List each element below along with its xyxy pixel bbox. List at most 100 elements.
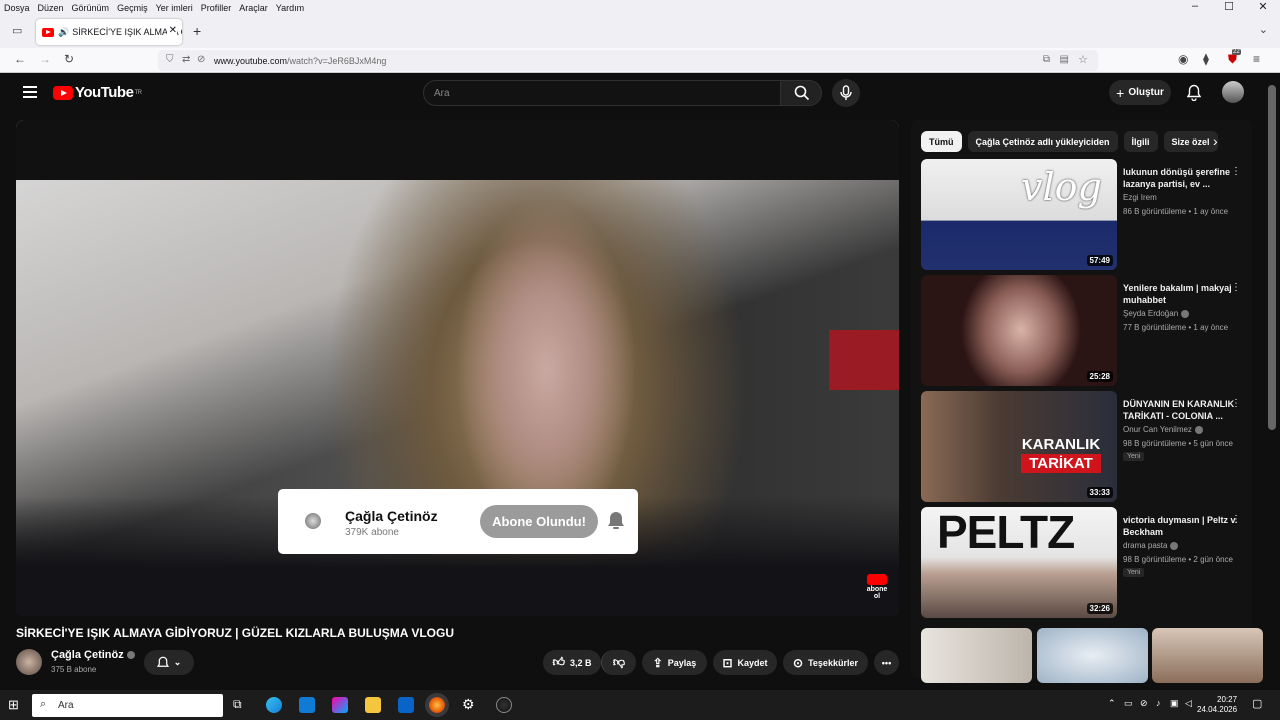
lock-icon[interactable]: ⊘ (197, 54, 205, 65)
video-title[interactable]: lukunun dönüşü şerefine lazanya partisi,… (1123, 166, 1241, 190)
firefox-icon[interactable] (429, 697, 445, 713)
video-channel[interactable]: Ezgi Irem (1123, 193, 1157, 202)
forward-icon[interactable]: → (39, 52, 51, 66)
menu-profiles[interactable]: Profiller (197, 3, 236, 13)
video-thumbnail[interactable]: vlog 57:49 (921, 159, 1117, 270)
shorts-thumbnail[interactable] (1037, 628, 1148, 683)
taskbar-search-input[interactable]: ⌕ Ara (32, 694, 223, 717)
account-icon[interactable]: ◉ (1178, 52, 1188, 66)
file-explorer-icon[interactable] (365, 697, 381, 713)
chip-related[interactable]: İlgili (1123, 131, 1158, 152)
minimize-icon[interactable]: – (1178, 0, 1212, 13)
related-video[interactable]: KARANLIK TARİKAT 33:33 DÜNYANIN EN KARAN… (921, 391, 1246, 502)
shorts-thumbnail[interactable] (921, 628, 1032, 683)
more-vert-icon[interactable]: ⋮ (1231, 398, 1241, 409)
extensions-icon[interactable]: ⧫ (1203, 52, 1209, 66)
task-view-icon[interactable]: ⧉ (233, 697, 242, 712)
close-window-icon[interactable]: ✕ (1246, 0, 1280, 13)
bookmark-star-icon[interactable]: ☆ (1078, 53, 1088, 66)
user-avatar[interactable] (1222, 81, 1244, 103)
tray-icon[interactable]: ⊘ (1140, 698, 1148, 709)
channel-avatar[interactable] (16, 649, 42, 675)
page-scrollbar[interactable] (1264, 73, 1280, 690)
related-video[interactable]: vlog 57:49 lukunun dönüşü şerefine lazan… (921, 159, 1246, 270)
subscription-bell-button[interactable]: ⌄ (144, 650, 194, 675)
video-thumbnail[interactable]: KARANLIK TARİKAT 33:33 (921, 391, 1117, 502)
pip-icon[interactable]: ⧉ (1043, 54, 1050, 65)
menu-edit[interactable]: Düzen (34, 3, 68, 13)
tab-overflow-icon[interactable]: ⌄ (1259, 23, 1268, 36)
new-tab-icon[interactable]: + (193, 23, 201, 39)
menu-tools[interactable]: Araçlar (235, 3, 272, 13)
shorts-thumbnail[interactable] (1152, 628, 1263, 683)
shield-icon[interactable]: ⛉ (166, 54, 174, 65)
video-title[interactable]: victoria duymasın | Peltz v. Beckham (1123, 514, 1241, 538)
app-menu-icon[interactable]: ≡ (1253, 52, 1260, 66)
menu-file[interactable]: Dosya (0, 3, 34, 13)
video-title[interactable]: DÜNYANIN EN KARANLIK TARİKATI - COLONIA … (1123, 398, 1241, 422)
taskbar-clock[interactable]: 20:27 24.04.2026 (1197, 695, 1237, 715)
voice-search-button[interactable] (832, 79, 860, 107)
edge-icon[interactable] (266, 697, 282, 713)
chip-from-uploader[interactable]: Çağla Çetinöz adlı yükleyiciden (967, 131, 1118, 152)
notifications-bell-icon[interactable] (1187, 84, 1201, 101)
tab-list-icon[interactable]: ▭ (12, 24, 22, 37)
more-vert-icon[interactable]: ⋮ (1231, 514, 1241, 525)
create-button[interactable]: + Oluştur (1109, 80, 1171, 105)
chevron-right-icon[interactable]: › (1213, 133, 1218, 149)
copilot-icon[interactable] (332, 697, 348, 713)
menu-help[interactable]: Yardım (272, 3, 308, 13)
related-video[interactable]: PELTZ 32:26 victoria duymasın | Peltz v.… (921, 507, 1246, 618)
search-input[interactable]: Ara (423, 80, 781, 106)
video-title: SİRKECİ'YE IŞIK ALMAYA GİDİYORUZ | GÜZEL… (16, 626, 455, 640)
thanks-button[interactable]: ⊙ Teşekkürler (783, 650, 868, 675)
permissions-icon[interactable]: ⇄ (182, 54, 190, 65)
scrollbar-thumb[interactable] (1268, 85, 1276, 430)
reload-icon[interactable]: ↻ (64, 52, 74, 66)
video-thumbnail[interactable]: PELTZ 32:26 (921, 507, 1117, 618)
tray-overflow-icon[interactable]: ⌃ (1108, 698, 1116, 709)
back-icon[interactable]: ← (14, 52, 26, 66)
more-vert-icon[interactable]: ⋮ (1231, 282, 1241, 293)
dislike-button[interactable]: 👎︎ (601, 650, 636, 675)
store-icon[interactable] (299, 697, 315, 713)
tray-icon[interactable]: ▭ (1124, 698, 1133, 709)
address-bar[interactable]: ⛉ ⇄ ⊘ www.youtube.com/watch?v=JeR6BJxM4n… (158, 50, 1098, 71)
tab-close-icon[interactable]: ✕ (166, 25, 177, 36)
browser-tab[interactable]: 🔊 SİRKECİ'YE IŞIK ALMAYA Gİ ✕ (36, 19, 182, 45)
video-channel[interactable]: drama pasta (1123, 541, 1179, 550)
video-duration: 25:28 (1086, 371, 1113, 382)
network-icon[interactable]: ▣ (1170, 698, 1179, 709)
microphone-tray-icon[interactable]: ♪ (1156, 698, 1161, 708)
notification-center-icon[interactable]: ▢ (1252, 697, 1262, 710)
menu-history[interactable]: Geçmiş (113, 3, 152, 13)
related-video[interactable]: 25:28 Yenilere bakalım | makyaj muhabbet… (921, 275, 1246, 386)
reader-icon[interactable]: ▤ (1060, 54, 1069, 65)
maximize-icon[interactable]: ☐ (1212, 0, 1246, 13)
subscribe-watermark[interactable]: abone ol (864, 574, 890, 600)
share-button[interactable]: ⇪ Paylaş (642, 650, 707, 675)
obs-icon[interactable] (496, 697, 512, 713)
chip-all[interactable]: Tümü (921, 131, 962, 152)
youtube-logo[interactable]: YouTube TR (53, 84, 142, 101)
save-button[interactable]: ⊡ Kaydet (713, 650, 777, 675)
hamburger-menu-icon[interactable] (23, 86, 37, 98)
mail-icon[interactable] (398, 697, 414, 713)
search-button[interactable] (780, 80, 822, 106)
settings-icon[interactable]: ⚙ (462, 696, 475, 713)
chip-for-you[interactable]: Size özel (1163, 131, 1218, 152)
menu-bookmarks[interactable]: Yer imleri (152, 3, 197, 13)
more-actions-button[interactable]: ••• (874, 650, 899, 675)
like-button[interactable]: 👍︎ 3,2 B (543, 650, 601, 675)
more-vert-icon[interactable]: ⋮ (1231, 166, 1241, 177)
volume-icon[interactable]: ◁ (1185, 698, 1192, 709)
speaker-icon[interactable]: 🔊 (58, 27, 69, 38)
channel-name[interactable]: Çağla Çetinöz (51, 649, 135, 661)
menu-view[interactable]: Görünüm (68, 3, 114, 13)
video-title[interactable]: Yenilere bakalım | makyaj muhabbet (1123, 282, 1241, 306)
video-channel[interactable]: Şeyda Erdoğan (1123, 309, 1190, 318)
video-player[interactable]: Çağla Çetinöz 379K abone Abone Olundu! a… (16, 120, 899, 616)
video-channel[interactable]: Onur Can Yenilmez (1123, 425, 1203, 434)
video-thumbnail[interactable]: 25:28 (921, 275, 1117, 386)
start-icon[interactable]: ⊞ (8, 697, 19, 713)
